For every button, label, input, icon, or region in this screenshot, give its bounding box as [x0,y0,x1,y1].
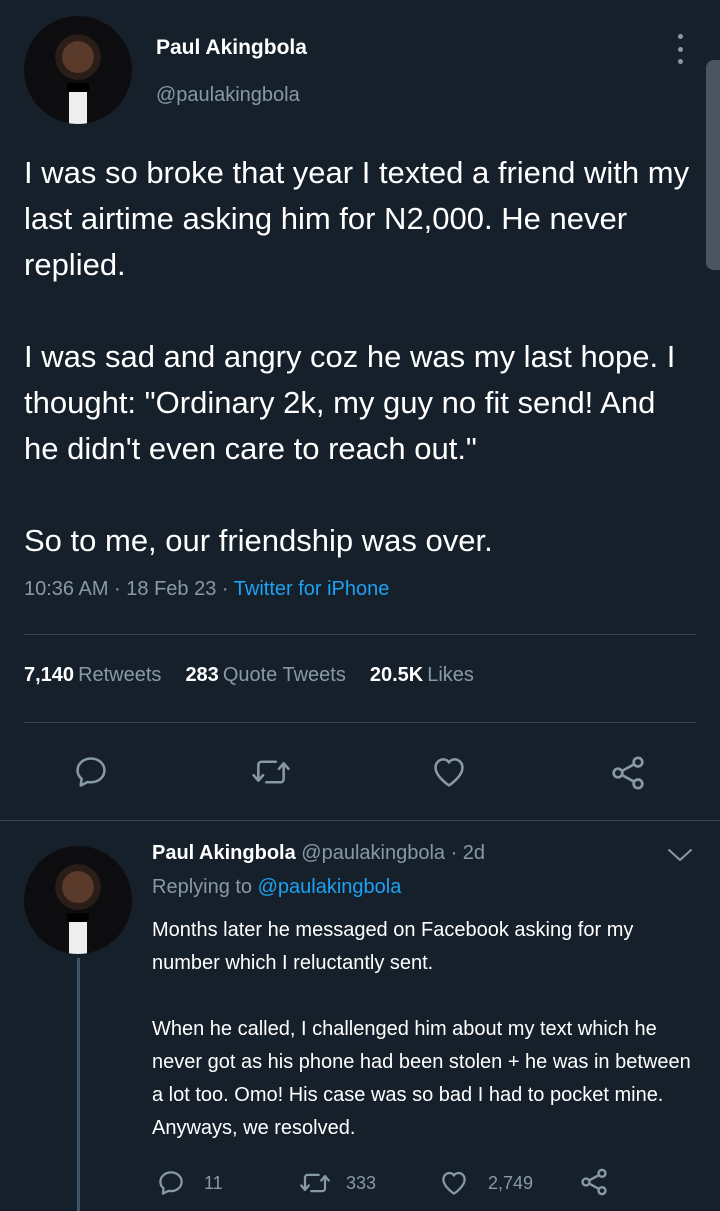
quote-tweets-stat[interactable]: 283 Quote Tweets [185,664,345,687]
tweet-timestamp: 10:36 AM · 18 Feb 23 · [24,578,234,600]
tweet-paragraph: I was so broke that year I texted a frie… [24,155,690,282]
divider [24,634,696,635]
tweet-paragraph: So to me, our friendship was over. [24,523,493,558]
retweet-action-icon[interactable] [298,1168,332,1198]
reply-author-name[interactable]: Paul Akingbola [152,842,296,864]
retweets-label: Retweets [78,664,162,686]
share-action-icon[interactable] [578,1166,610,1198]
reply-paragraph: Months later he messaged on Facebook ask… [152,919,634,974]
scrollbar[interactable] [706,60,720,270]
replying-to-handle[interactable]: @paulakingbola [258,876,402,898]
share-icon[interactable] [608,753,648,793]
avatar-bowtie [67,912,89,922]
avatar-shirt [69,917,87,954]
author-handle[interactable]: @paulakingbola [156,84,300,107]
replying-to-label: Replying to [152,876,258,898]
reply-count: 11 [204,1173,223,1193]
tweet-paragraph: I was sad and angry coz he was my last h… [24,339,676,466]
avatar-bowtie [67,82,89,92]
tweet-stats: 7,140 Retweets 283 Quote Tweets 20.5K Likes [24,664,474,687]
reply-handle-time: @paulakingbola · 2d [295,842,486,864]
like-action-icon[interactable] [438,1168,470,1198]
reply-header: Paul Akingbola @paulakingbola · 2d [152,842,485,865]
retweets-stat[interactable]: 7,140 Retweets [24,664,161,687]
tweet-source-link[interactable]: Twitter for iPhone [234,578,390,600]
thread-line [77,958,80,1211]
divider [24,722,696,723]
like-icon[interactable] [429,753,469,791]
replying-to: Replying to @paulakingbola [152,876,401,899]
quote-tweets-count: 283 [185,664,219,686]
reply-icon[interactable] [72,753,110,791]
avatar-shirt [69,87,87,124]
likes-label: Likes [427,664,474,686]
tweet-meta: 10:36 AM · 18 Feb 23 · Twitter for iPhon… [24,578,389,601]
quote-tweets-label: Quote Tweets [222,664,346,686]
retweet-count: 333 [346,1173,377,1193]
likes-count: 20.5K [369,664,424,686]
reply-paragraph: When he called, I challenged him about m… [152,1018,691,1139]
reply-action-icon[interactable] [156,1168,186,1198]
like-count: 2,749 [488,1173,534,1193]
likes-stat[interactable]: 20.5K Likes [370,664,474,687]
chevron-down-icon[interactable] [666,846,694,864]
reply-text: Months later he messaged on Facebook ask… [152,914,700,1145]
retweets-count: 7,140 [24,664,75,686]
reply-avatar[interactable] [24,846,132,954]
author-name[interactable]: Paul Akingbola [156,36,307,60]
more-options-icon[interactable] [672,34,688,64]
tweet-text: I was so broke that year I texted a frie… [24,150,696,564]
retweet-icon[interactable] [250,753,292,791]
section-divider [0,820,720,821]
avatar[interactable] [24,16,132,124]
